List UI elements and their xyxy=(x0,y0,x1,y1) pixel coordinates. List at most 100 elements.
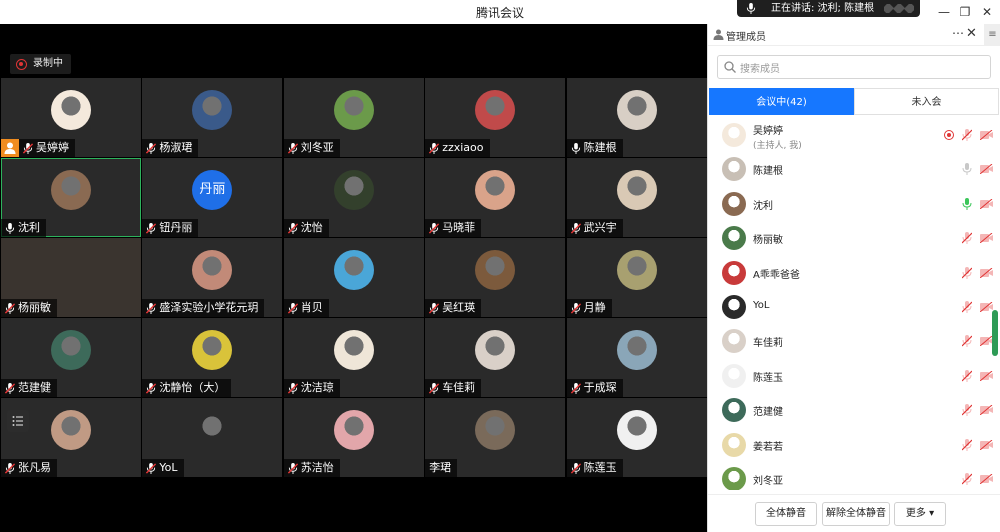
participant-name-tag: 杨丽敏 xyxy=(1,299,57,317)
unmute-all-button[interactable]: 解除全体静音 xyxy=(822,502,890,526)
avatar xyxy=(333,250,374,290)
mic-muted-icon[interactable] xyxy=(962,129,972,141)
camera-off-icon xyxy=(980,130,993,140)
panel-header: 管理成员 ⋯ ✕ ≡ xyxy=(708,24,1000,46)
member-name: 范建健 xyxy=(753,407,783,419)
video-tile[interactable]: 肖贝 xyxy=(283,238,424,317)
member-row[interactable]: 陈莲玉 xyxy=(708,359,1000,393)
video-tile[interactable]: 张凡易 xyxy=(1,398,141,477)
mic-muted-icon[interactable] xyxy=(962,438,972,451)
host-icon xyxy=(1,139,19,157)
member-row[interactable]: 范建健 xyxy=(708,393,1000,427)
video-tile[interactable]: 沈利 xyxy=(1,158,141,237)
video-tile[interactable]: 陈莲玉 xyxy=(566,398,707,477)
participant-name: 吴红瑛 xyxy=(442,301,476,314)
video-tile[interactable]: 沈洁琼 xyxy=(283,318,424,397)
panel-footer: 全体静音 解除全体静音 更多 ▾ xyxy=(708,494,1000,532)
video-tile[interactable]: 车佳莉 xyxy=(425,318,566,397)
minimize-button[interactable]: — xyxy=(935,3,953,21)
video-tile[interactable]: 于成琛 xyxy=(566,318,707,397)
participant-name: 月静 xyxy=(583,301,606,314)
participant-name-tag: 武兴宇 xyxy=(566,219,623,237)
collapse-panel-button[interactable]: ≡ xyxy=(984,24,1000,46)
video-tile[interactable]: 沈静怡（大） xyxy=(142,318,283,397)
video-tile[interactable]: 杨丽敏 xyxy=(1,238,141,317)
mic-muted-icon xyxy=(429,382,440,394)
video-tile[interactable]: 丹丽 钮丹丽 xyxy=(142,158,283,237)
video-tile[interactable]: zzxiaoo xyxy=(425,78,566,157)
mic-muted-icon[interactable] xyxy=(962,232,972,245)
participant-name-tag: 沈静怡（大） xyxy=(142,379,232,397)
mic-muted-icon[interactable] xyxy=(962,369,972,382)
member-name: 刘冬亚 xyxy=(753,475,783,487)
participant-name-tag: zzxiaoo xyxy=(425,139,490,157)
member-role: (主持人, 我) xyxy=(753,141,802,151)
mic-muted-icon[interactable] xyxy=(962,266,972,279)
mic-muted-icon[interactable] xyxy=(962,404,972,417)
mute-all-button[interactable]: 全体静音 xyxy=(755,502,817,526)
member-row[interactable]: A乖乖爸爸 xyxy=(708,256,1000,290)
mic-muted-icon[interactable] xyxy=(962,335,972,348)
avatar xyxy=(333,410,374,450)
video-tile[interactable]: 月静 xyxy=(566,238,707,317)
avatar xyxy=(51,170,91,210)
tab-in-meeting[interactable]: 会议中(42) xyxy=(709,88,854,115)
mic-icon xyxy=(5,222,15,234)
more-options-icon[interactable]: ⋯ xyxy=(952,26,964,40)
participant-name-tag: 陈莲玉 xyxy=(566,459,623,477)
avatar xyxy=(616,250,657,290)
mic-muted-icon[interactable] xyxy=(962,300,972,313)
participant-name-tag: 吴婷婷 xyxy=(19,139,75,157)
video-grid: 吴婷婷 杨淑珺 刘冬亚 zzxiaoo 陈建根沈利 丹丽 钮丹丽 沈怡 马晓菲 武兴宇杨丽敏 盛泽实… xyxy=(0,78,707,478)
close-window-button[interactable]: ✕ xyxy=(978,3,996,21)
close-panel-button[interactable]: ✕ xyxy=(966,26,977,41)
participant-name: 肖贝 xyxy=(300,301,323,314)
video-tile[interactable]: 武兴宇 xyxy=(566,158,707,237)
member-name: 陈建根 xyxy=(753,166,783,178)
video-tile[interactable]: 苏洁怡 xyxy=(283,398,424,477)
participant-name-tag: 陈建根 xyxy=(566,139,623,157)
recording-badge[interactable]: 录制中 xyxy=(10,54,71,74)
video-tile[interactable]: 沈怡 xyxy=(283,158,424,237)
mic-muted-icon xyxy=(5,302,15,314)
video-tile[interactable]: 马晓菲 xyxy=(425,158,566,237)
participant-name: 李珺 xyxy=(429,461,452,474)
member-row[interactable]: 杨丽敏 xyxy=(708,221,1000,255)
avatar xyxy=(192,330,233,370)
mic-active-icon[interactable] xyxy=(962,197,972,210)
mic-muted-icon xyxy=(146,142,157,154)
list-icon[interactable] xyxy=(7,410,29,432)
member-row[interactable]: 姜若若 xyxy=(708,428,1000,462)
more-button[interactable]: 更多 ▾ xyxy=(894,502,946,526)
member-row[interactable]: 刘冬亚 xyxy=(708,462,1000,490)
speaking-text: 正在讲话: 沈利; 陈建根 xyxy=(771,3,875,14)
video-tile[interactable]: 范建健 xyxy=(1,318,141,397)
tab-not-joined[interactable]: 未入会 xyxy=(854,88,999,115)
mic-muted-icon[interactable] xyxy=(962,472,972,485)
camera-off-icon xyxy=(980,267,993,278)
video-tile[interactable]: 盛泽实验小学花元玥 xyxy=(142,238,283,317)
member-row[interactable]: 沈利 xyxy=(708,187,1000,221)
participant-name-tag: 肖贝 xyxy=(283,299,329,317)
video-tile[interactable]: 刘冬亚 xyxy=(283,78,424,157)
avatar xyxy=(192,90,233,130)
member-search-input[interactable]: 搜索成员 xyxy=(717,55,991,79)
mic-muted-icon xyxy=(429,222,440,234)
participant-name: 吴婷婷 xyxy=(36,141,69,154)
video-tile[interactable]: 李珺 xyxy=(425,398,566,477)
video-tile[interactable]: 杨淑珺 xyxy=(142,78,283,157)
restore-button[interactable]: ❐ xyxy=(956,3,974,21)
mic-icon[interactable] xyxy=(962,163,972,176)
member-row[interactable]: 车佳莉 xyxy=(708,324,1000,358)
avatar xyxy=(616,410,657,450)
member-row[interactable]: 陈建根 xyxy=(708,152,1000,186)
member-row[interactable]: 吴婷婷 (主持人, 我) xyxy=(708,118,1000,152)
speaking-indicator: 正在讲话: 沈利; 陈建根 xyxy=(737,0,920,17)
video-tile[interactable]: 吴红瑛 xyxy=(425,238,566,317)
video-tile[interactable]: 吴婷婷 xyxy=(1,78,141,157)
member-row[interactable]: YoL xyxy=(708,290,1000,324)
scrollbar[interactable] xyxy=(992,310,998,356)
avatar xyxy=(475,170,516,210)
video-tile[interactable]: YoL xyxy=(142,398,283,477)
video-tile[interactable]: 陈建根 xyxy=(566,78,707,157)
